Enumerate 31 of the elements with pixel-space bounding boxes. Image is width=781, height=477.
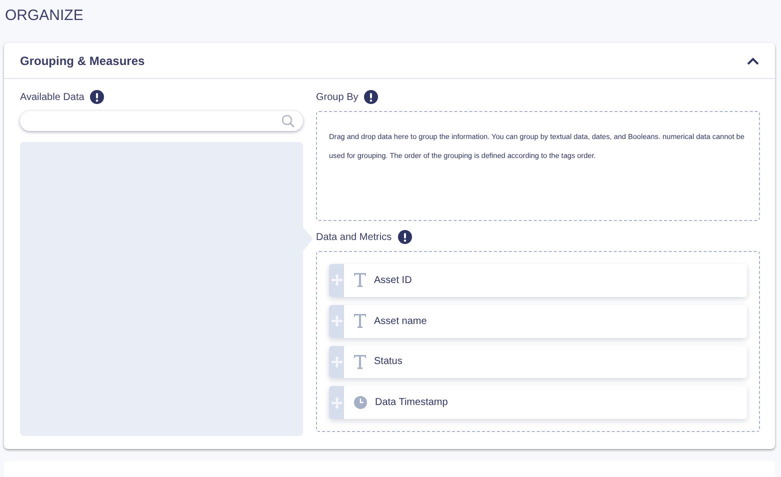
clock-icon: [354, 396, 367, 410]
data-tag[interactable]: Asset ID: [329, 264, 747, 297]
field-label: Group By: [316, 92, 358, 102]
info-icon: [364, 90, 378, 104]
drag-handle[interactable]: [329, 264, 344, 297]
move-icon: [330, 315, 342, 328]
section-title: Grouping & Measures: [20, 54, 145, 68]
tag-label: Data Timestamp: [375, 397, 448, 408]
drag-handle[interactable]: [329, 304, 344, 338]
data-tag[interactable]: Asset name: [329, 304, 747, 338]
search-field[interactable]: [20, 111, 303, 131]
info-icon: [90, 90, 104, 104]
field-label: Data and Metrics: [316, 232, 392, 242]
move-icon: [330, 274, 342, 286]
tag-label: Status: [374, 356, 402, 368]
move-icon: [330, 356, 342, 368]
info-icon: [398, 230, 412, 244]
tag-label: Asset ID: [374, 274, 412, 286]
move-icon: [330, 396, 342, 409]
tag-label: Asset name: [374, 316, 427, 327]
data-tag[interactable]: Status: [329, 346, 747, 378]
search-icon: [281, 114, 295, 128]
data-tag[interactable]: Data Timestamp: [329, 386, 747, 419]
text-type-icon: [354, 354, 366, 369]
chevron-icon[interactable]: [747, 56, 759, 64]
field-label: Available Data: [20, 92, 84, 102]
drag-handle[interactable]: [329, 386, 344, 419]
drag-handle[interactable]: [329, 346, 344, 378]
page-title: ORGANIZE: [4, 6, 84, 26]
text-type-icon: [354, 314, 366, 328]
text-type-icon: [354, 273, 366, 288]
